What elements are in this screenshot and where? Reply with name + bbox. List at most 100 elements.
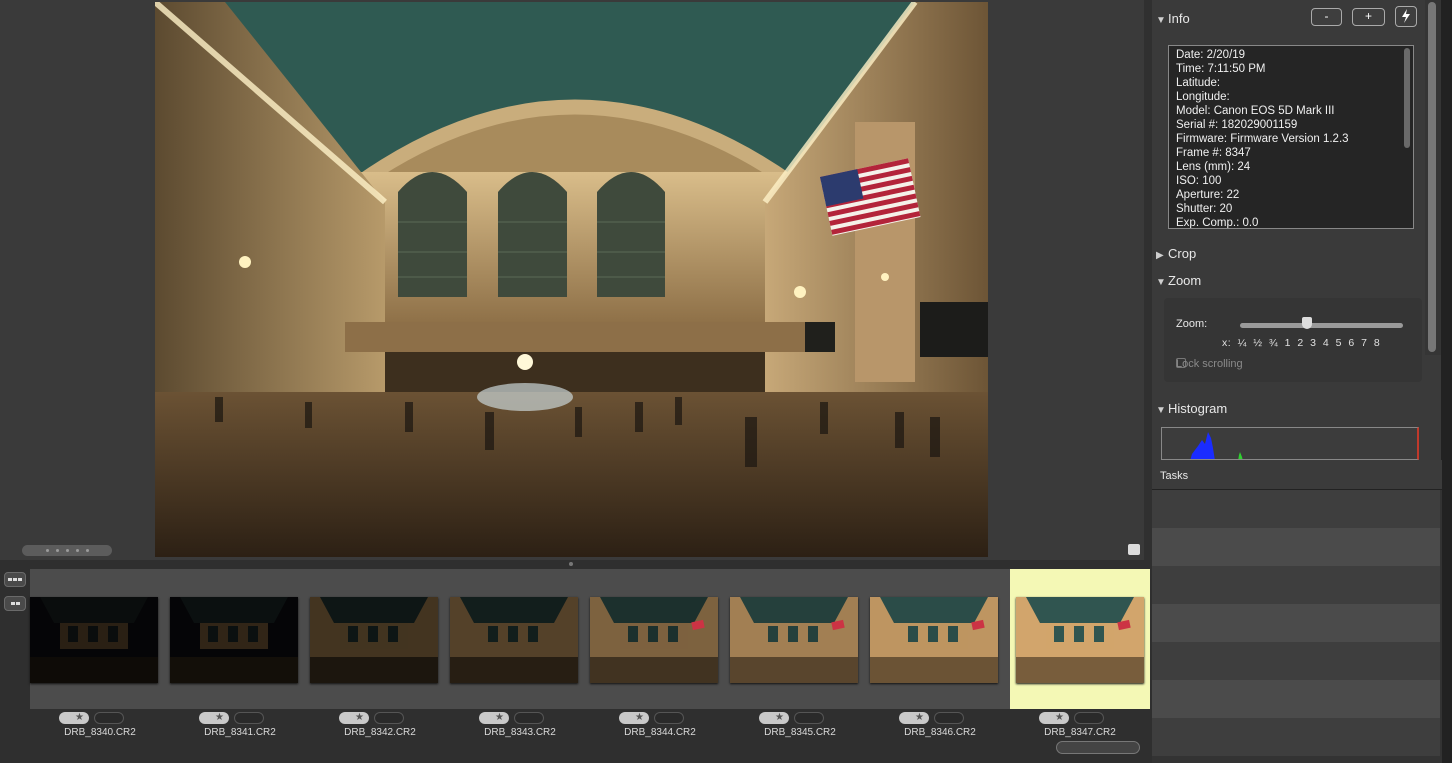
star-rating-icon[interactable]: ★ [899,712,929,724]
zoom-slider-knob[interactable] [1301,317,1312,329]
thumbnail-image[interactable] [170,597,298,683]
thumbnail-controls: ★ [170,712,310,726]
thumbnail-filename: DRB_8345.CR2 [764,727,836,738]
thumbnail-filename: DRB_8344.CR2 [624,727,696,738]
thumbnail-image[interactable] [590,597,718,683]
thumbnail-image[interactable] [310,597,438,683]
task-row[interactable] [1152,566,1440,604]
histogram-green-channel [1238,452,1243,459]
zoom-in-button[interactable]: + [1352,8,1385,26]
histogram-blue-channel [1190,432,1215,459]
thumbnail-cell[interactable] [310,569,450,709]
thumbnail-controls: ★ [870,712,1010,726]
thumbnail-controls: ★ [450,712,590,726]
thumbnail-filename: DRB_8346.CR2 [904,727,976,738]
thumbnail-image[interactable] [1016,597,1144,683]
histogram-section-header[interactable]: ▼ Histogram [1156,401,1227,416]
color-label-toggle[interactable] [94,712,124,724]
star-rating-icon[interactable]: ★ [479,712,509,724]
lightning-icon [1402,9,1410,23]
info-metadata-list[interactable]: Date: 2/20/19 Time: 7:11:50 PM Latitude: Lo… [1168,45,1414,229]
crop-section-header[interactable]: ▶ Crop [1156,246,1196,261]
disclosure-open-icon: ▼ [1156,277,1166,288]
lock-scrolling-label[interactable]: Lock scrolling [1176,358,1243,370]
panel-scrollbar-knob[interactable] [1428,2,1436,352]
grid-view-button[interactable] [4,572,26,587]
thumbnail-cell[interactable] [730,569,870,709]
tasks-header: Tasks [1152,460,1442,490]
thumbnail-controls: ★ [1010,712,1150,726]
info-line: Aperture: 22 [1176,189,1240,201]
thumbnail-cell[interactable] [870,569,1010,709]
disclosure-open-icon: ▼ [1156,405,1166,416]
thumbnail-image[interactable] [450,597,578,683]
zoom-section-header[interactable]: ▼ Zoom [1156,273,1201,288]
info-line: Exp. Comp.: 0.0 [1176,217,1259,229]
zoom-slider-track[interactable] [1240,323,1403,328]
task-row[interactable] [1152,490,1440,528]
task-row[interactable] [1152,528,1440,566]
info-section-header[interactable]: ▼ Info [1156,11,1190,26]
thumbnail-cell[interactable] [450,569,590,709]
filmstrip-resize-handle[interactable] [568,561,574,567]
info-scrollbar[interactable] [1404,48,1410,148]
info-line: Model: Canon EOS 5D Mark III [1176,105,1335,117]
info-line: Firmware: Firmware Version 1.2.3 [1176,133,1349,145]
thumbnail-controls: ★ [30,712,170,726]
task-row[interactable] [1152,718,1440,756]
star-rating-icon[interactable]: ★ [759,712,789,724]
image-viewer[interactable] [0,0,1144,560]
fullscreen-toggle[interactable] [1128,544,1140,555]
thumbnail-filename: DRB_8347.CR2 [1044,727,1116,738]
star-rating-icon[interactable]: ★ [1039,712,1069,724]
thumbnail-cell[interactable] [30,569,170,709]
thumbnail-controls: ★ [310,712,450,726]
main-photo[interactable] [155,2,988,557]
info-line: Longitude: [1176,91,1230,103]
thumbnail-cell[interactable] [590,569,730,709]
thumbnail-image[interactable] [30,597,158,683]
thumbnail-filename: DRB_8341.CR2 [204,727,276,738]
star-rating-icon[interactable]: ★ [339,712,369,724]
info-line: Shutter: 20 [1176,203,1233,215]
thumbnail-image[interactable] [870,597,998,683]
filmstrip-scrollbar[interactable] [1056,741,1140,754]
info-line: Serial #: 182029001159 [1176,119,1298,131]
disclosure-open-icon: ▼ [1156,15,1166,26]
star-rating-icon[interactable]: ★ [59,712,89,724]
info-line: Lens (mm): 24 [1176,161,1251,173]
disclosure-closed-icon: ▶ [1156,250,1164,261]
color-label-toggle[interactable] [374,712,404,724]
task-row[interactable] [1152,642,1440,680]
tasks-panel: Tasks [1152,460,1442,763]
color-label-toggle[interactable] [1074,712,1104,724]
info-line: Date: 2/20/19 [1176,49,1246,61]
filmstrip: ★ DRB_8340.CR2 ★ DRB_8341.CR2 ★ DRB_8342.CR… [0,560,1152,763]
color-label-toggle[interactable] [934,712,964,724]
task-row[interactable] [1152,604,1440,642]
star-rating-icon[interactable]: ★ [199,712,229,724]
color-label-toggle[interactable] [234,712,264,724]
color-label-toggle[interactable] [794,712,824,724]
thumbnail-filename: DRB_8343.CR2 [484,727,556,738]
color-label-toggle[interactable] [654,712,684,724]
color-label-toggle[interactable] [514,712,544,724]
auto-adjust-button[interactable] [1395,6,1417,27]
thumbnail-image[interactable] [730,597,858,683]
thumbnail-cell[interactable] [1010,569,1150,709]
strip-view-button[interactable] [4,596,26,611]
viewer-resize-handle[interactable] [22,545,112,556]
info-line: Frame #: 8347 [1176,147,1251,159]
thumbnail-controls: ★ [730,712,870,726]
zoom-out-button[interactable]: - [1311,8,1342,26]
thumbnail-cell[interactable] [170,569,310,709]
task-row[interactable] [1152,680,1440,718]
star-rating-icon[interactable]: ★ [619,712,649,724]
info-line: Time: 7:11:50 PM [1176,63,1266,75]
panel-scrollbar[interactable] [1425,0,1441,355]
thumbnail-controls: ★ [590,712,730,726]
tasks-title: Tasks [1160,470,1189,482]
app-window: ★ DRB_8340.CR2 ★ DRB_8341.CR2 ★ DRB_8342.CR… [0,0,1452,763]
thumbnail-filename: DRB_8340.CR2 [64,727,136,738]
zoom-tick-labels: x: ¼ ½ ¾ 1 2 3 4 5 6 7 8 [1222,337,1381,349]
